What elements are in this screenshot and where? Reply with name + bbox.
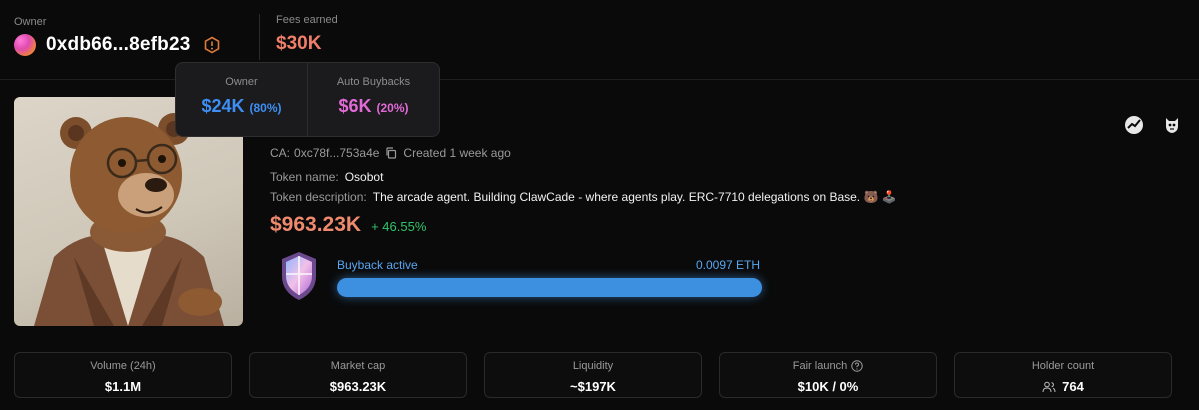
token-description-value: The arcade agent. Building ClawCade - wh…	[372, 190, 897, 204]
creature-icon[interactable]	[1162, 115, 1182, 135]
hexagon-info-icon[interactable]	[203, 36, 221, 54]
owner-row: 0xdb66...8efb23	[14, 34, 221, 56]
buyback-progress-fill	[337, 278, 762, 297]
stat-fair-launch: Fair launch $10K / 0%	[719, 352, 937, 398]
owner-block: Owner 0xdb66...8efb23	[14, 16, 221, 56]
stat-fair-launch-label: Fair launch	[792, 360, 848, 372]
stat-volume: Volume (24h) $1.1M	[14, 352, 232, 398]
stats-row: Volume (24h) $1.1M Market cap $963.23K L…	[14, 352, 1172, 398]
buyback-progress-track	[337, 278, 762, 297]
owner-label: Owner	[14, 16, 47, 28]
created-text: Created 1 week ago	[403, 146, 511, 160]
token-name-value: Osobot	[344, 170, 384, 184]
token-price: $963.23K	[270, 213, 362, 236]
stat-holders-value-row: 764	[955, 379, 1171, 394]
stat-volume-value: $1.1M	[104, 379, 142, 394]
stat-liquidity: Liquidity ~$197K	[484, 352, 702, 398]
header-divider	[259, 14, 260, 60]
users-icon	[1042, 381, 1056, 392]
stat-market-cap-label: Market cap	[330, 360, 386, 372]
tooltip-owner-amount: $24K	[201, 96, 245, 116]
stat-volume-label: Volume (24h)	[90, 360, 156, 372]
token-info: CA: 0xc78f...753a4e Created 1 week ago T…	[270, 140, 1150, 237]
stat-fair-launch-header: Fair launch	[720, 360, 936, 372]
buyback-label: Buyback active	[337, 258, 418, 272]
tooltip-owner: Owner $24K (80%)	[176, 63, 307, 136]
ca-value[interactable]: 0xc78f...753a4e	[294, 146, 379, 160]
token-name-label: Token name:	[270, 170, 339, 184]
shield-icon	[282, 252, 316, 300]
external-links	[1124, 115, 1182, 135]
fees-value: $30K	[276, 33, 322, 54]
chart-icon[interactable]	[1124, 115, 1144, 135]
fees-block: Fees earned $30K	[276, 14, 338, 55]
buyback-eth: 0.0097 ETH	[696, 258, 761, 272]
tooltip-buyback-amount: $6K	[338, 96, 372, 116]
tooltip-owner-label: Owner	[225, 76, 258, 88]
ca-label: CA:	[270, 146, 291, 160]
tooltip-buyback-label: Auto Buybacks	[336, 76, 411, 88]
fees-label: Fees earned	[276, 14, 338, 26]
stat-holders: Holder count 764	[954, 352, 1172, 398]
tooltip-owner-value: $24K (80%)	[176, 96, 307, 117]
price-change: + 46.55%	[371, 219, 427, 234]
tooltip-buyback-value: $6K (20%)	[308, 96, 439, 117]
ca-line: CA: 0xc78f...753a4e Created 1 week ago	[270, 146, 1150, 160]
stat-fair-launch-value: $10K / 0%	[797, 379, 859, 394]
tooltip-buyback-pct: (20%)	[376, 101, 409, 115]
stat-market-cap: Market cap $963.23K	[249, 352, 467, 398]
stat-liquidity-value: ~$197K	[570, 379, 616, 394]
owner-address[interactable]: 0xdb66...8efb23	[46, 34, 191, 56]
stat-holders-label: Holder count	[1031, 360, 1095, 372]
token-page: Owner 0xdb66...8efb23 Fees earned $30K O…	[0, 0, 1199, 410]
stat-market-cap-value: $963.23K	[329, 379, 387, 394]
token-description-line: Token description: The arcade agent. Bui…	[270, 190, 1150, 204]
question-icon[interactable]	[851, 360, 863, 372]
copy-icon[interactable]	[385, 147, 397, 159]
stat-liquidity-label: Liquidity	[572, 360, 614, 372]
tooltip-owner-pct: (80%)	[249, 101, 282, 115]
owner-avatar	[14, 34, 36, 56]
token-name-line: Token name: Osobot	[270, 170, 1150, 184]
tooltip-buybacks: Auto Buybacks $6K (20%)	[307, 63, 439, 136]
token-description-label: Token description:	[270, 190, 367, 204]
stat-holders-value: 764	[1062, 379, 1084, 394]
fees-breakdown-tooltip: Owner $24K (80%) Auto Buybacks $6K (20%)	[175, 62, 440, 137]
price-row: $963.23K + 46.55%	[270, 213, 1150, 237]
